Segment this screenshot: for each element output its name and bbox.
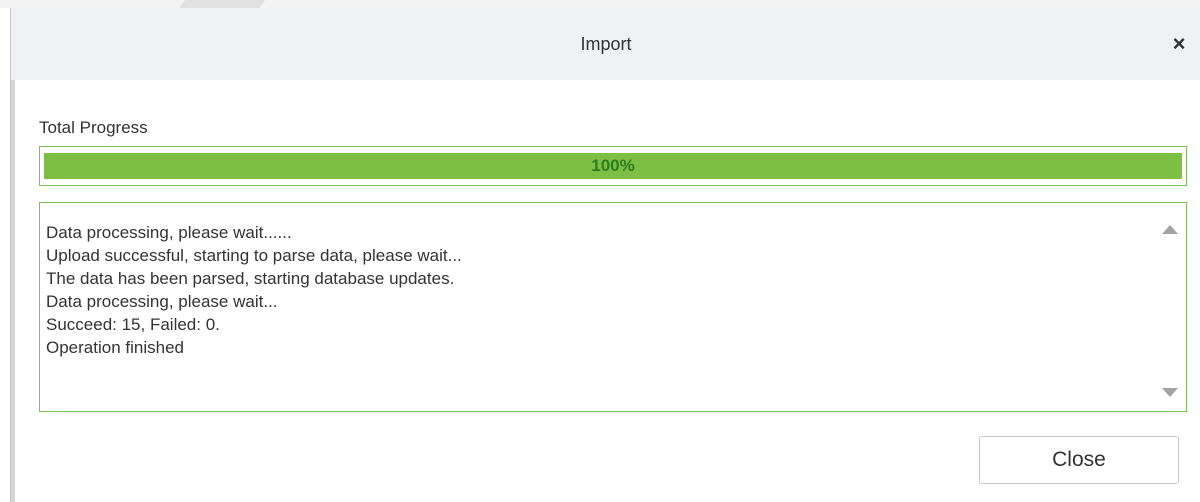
scroll-up-arrow-icon[interactable] xyxy=(1162,225,1178,234)
log-line: Succeed: 15, Failed: 0. xyxy=(46,315,220,334)
import-log-box[interactable]: Data processing, please wait...... Uploa… xyxy=(39,202,1187,412)
dialog-header: Import × xyxy=(11,8,1200,80)
log-line: Data processing, please wait... xyxy=(46,292,278,311)
log-line: Data processing, please wait...... xyxy=(46,223,292,242)
import-dialog: Import × Total Progress 100% Data proces… xyxy=(10,8,1200,502)
scroll-down-arrow-icon[interactable] xyxy=(1162,388,1178,397)
progress-bar-frame: 100% xyxy=(39,146,1187,186)
progress-percent-text: 100% xyxy=(591,156,635,175)
close-icon[interactable]: × xyxy=(1165,30,1193,58)
total-progress-label: Total Progress xyxy=(39,118,148,137)
log-line: Operation finished xyxy=(46,338,184,357)
close-button[interactable]: Close xyxy=(979,436,1179,484)
dialog-left-edge xyxy=(11,8,15,502)
log-scrollbar[interactable] xyxy=(1156,203,1186,411)
log-line: Upload successful, starting to parse dat… xyxy=(46,246,462,265)
dialog-title: Import xyxy=(580,34,632,54)
progress-bar-track: 100% xyxy=(44,153,1182,179)
log-lines: Data processing, please wait...... Uploa… xyxy=(46,221,1146,359)
log-line: The data has been parsed, starting datab… xyxy=(46,269,455,288)
